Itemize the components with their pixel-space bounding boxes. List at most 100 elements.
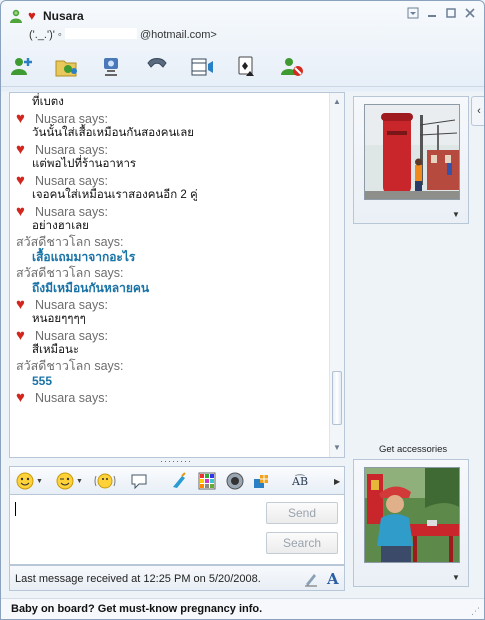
nudge-button[interactable]: [94, 472, 116, 490]
ad-footer: Baby on board? Get must-know pregnancy i…: [1, 598, 484, 619]
background-button[interactable]: [170, 472, 188, 490]
message-text: เจอคนใส่เหมือนเราสองคนอีก 2 คู่: [32, 189, 198, 201]
sound-button[interactable]: [226, 472, 244, 490]
invite-contact-button[interactable]: [7, 53, 37, 81]
send-files-button[interactable]: [52, 53, 82, 81]
close-icon: [464, 8, 475, 18]
heart-icon: ♥: [16, 109, 25, 127]
voice-call-button[interactable]: [142, 53, 172, 81]
sender-label: Nusara says:: [35, 142, 108, 157]
email-domain: @hotmail.com>: [139, 29, 217, 41]
scrollbar-thumb[interactable]: [332, 371, 342, 425]
contact-display-picture[interactable]: [364, 104, 460, 200]
contact-name: Nusara: [43, 9, 84, 23]
paint-brush-icon: [173, 472, 186, 488]
text-mode-icon[interactable]: A: [326, 570, 340, 586]
get-accessories-link[interactable]: Get accessories: [379, 444, 447, 455]
themes-button[interactable]: [198, 472, 216, 490]
emoticon-button[interactable]: ▼: [16, 472, 43, 490]
collapse-panel-button[interactable]: ‹: [471, 96, 484, 126]
message-sender-line: ♥ Nusara says:: [14, 140, 330, 158]
block-contact-button[interactable]: [277, 53, 307, 81]
contact-subtitle: ('._.')' ◦ @hotmail.com>: [29, 28, 217, 41]
message-sender-line: ♥ Nusara says:: [14, 388, 330, 406]
games-button[interactable]: [232, 53, 262, 81]
message-text: หนอยๆๆๆๆ: [32, 313, 86, 325]
block-contact-icon: [281, 58, 303, 76]
conversation-history[interactable]: ที่เบตง ♥ Nusara says: วันนั้นใส่เสื้อเหมือ…: [9, 92, 345, 458]
window-menu-button[interactable]: [404, 7, 421, 22]
sender-label: Nusara says:: [35, 390, 108, 405]
message-sender-line: ♥ Nusara says:: [14, 172, 330, 189]
more-format-options[interactable]: ▶: [334, 472, 340, 490]
conversation-window: ♥ Nusara ('._.')' ◦ @hotmail.com> ที่เบต…: [0, 0, 485, 620]
heart-icon: ♥: [16, 140, 25, 158]
color-grid-icon: [198, 472, 216, 490]
message-input[interactable]: Send Search: [9, 494, 345, 565]
message-sender-line: ♥ Nusara says:: [14, 296, 330, 313]
maximize-icon: [445, 8, 456, 18]
window-controls: [404, 7, 478, 22]
window-menu-icon: [407, 7, 418, 19]
minimize-button[interactable]: [423, 7, 440, 22]
my-picture-options-arrow-icon[interactable]: ▼: [452, 573, 460, 582]
games-icon: [238, 56, 254, 76]
sender-label: สวัสดีชาวโลก says:: [16, 265, 124, 280]
scroll-up-arrow-icon[interactable]: ▲: [330, 95, 344, 109]
send-button[interactable]: Send: [266, 502, 338, 524]
my-display-picture-frame: ▼: [353, 459, 469, 587]
message-list: ที่เบตง ♥ Nusara says: วันนั้นใส่เสื้อเหมือ…: [10, 93, 330, 457]
video-call-button[interactable]: [97, 53, 127, 81]
messenger-buddy-icon: [10, 9, 22, 23]
history-scrollbar[interactable]: ▲ ▼: [329, 93, 344, 457]
minimize-icon: [427, 15, 436, 17]
picture-options-arrow-icon[interactable]: ▼: [452, 210, 460, 219]
pane-splitter-handle[interactable]: ········: [159, 457, 193, 466]
message-text: แต่พอไปที่ร้านอาหาร: [32, 158, 137, 170]
contact-heart-icon: ♥: [28, 8, 36, 23]
font-button[interactable]: A͡B: [292, 472, 308, 490]
toolbar-divider: [1, 86, 484, 87]
chevron-right-icon: ▶: [334, 476, 341, 486]
close-button[interactable]: [461, 7, 478, 22]
heart-icon: ♥: [16, 326, 25, 344]
sender-label: Nusara says:: [35, 173, 108, 188]
resize-grip-icon[interactable]: ⋰: [471, 606, 480, 617]
my-display-picture[interactable]: [364, 467, 460, 563]
ad-link[interactable]: Baby on board? Get must-know pregnancy i…: [11, 603, 262, 615]
message-sender-line: สวัสดีชาวโลก says:: [14, 359, 330, 375]
activities-button[interactable]: [187, 53, 217, 81]
wink-button[interactable]: ▼: [56, 472, 83, 490]
svg-text:A: A: [326, 570, 339, 586]
message-text: 555: [32, 374, 53, 388]
message-sender-line: สวัสดีชาวโลก says:: [14, 235, 330, 251]
search-button[interactable]: Search: [266, 532, 338, 554]
sender-label: Nusara says:: [35, 204, 108, 219]
scroll-down-arrow-icon[interactable]: ▼: [330, 441, 344, 455]
sender-label: Nusara says:: [35, 297, 108, 312]
message-sender-line: ♥ Nusara says:: [14, 203, 330, 220]
handwriting-icon[interactable]: [304, 571, 318, 587]
smiley-icon: [16, 472, 34, 490]
text-cursor: [15, 502, 16, 516]
message-sender-line: ♥ Nusara says:: [14, 326, 330, 344]
nudge-icon: [94, 473, 116, 489]
invite-contact-icon: [11, 58, 32, 75]
wink-icon: [56, 472, 74, 490]
format-toolbar: ▼ ▼ A͡B ▶: [9, 466, 345, 494]
gift-button[interactable]: [252, 472, 270, 490]
maximize-button[interactable]: [442, 7, 459, 22]
voice-clip-button[interactable]: [130, 472, 148, 490]
activities-icon: [191, 58, 213, 76]
speaker-icon: [226, 472, 244, 490]
my-photo-image: [365, 468, 459, 562]
personal-message: ('._.')' ◦: [29, 29, 62, 41]
heart-icon: ♥: [16, 388, 25, 406]
gift-icon: [254, 475, 268, 488]
send-files-icon: [55, 60, 77, 77]
message-text: ที่เบตง: [32, 96, 64, 108]
font-style-icon: A͡B: [292, 474, 309, 488]
message-text: วันนั้นใส่เสื้อเหมือนกันสองคนเลย: [32, 127, 195, 139]
title-bar: ♥ Nusara ('._.')' ◦ @hotmail.com>: [1, 1, 484, 47]
message-sender-line: ♥ Nusara says:: [14, 109, 330, 127]
